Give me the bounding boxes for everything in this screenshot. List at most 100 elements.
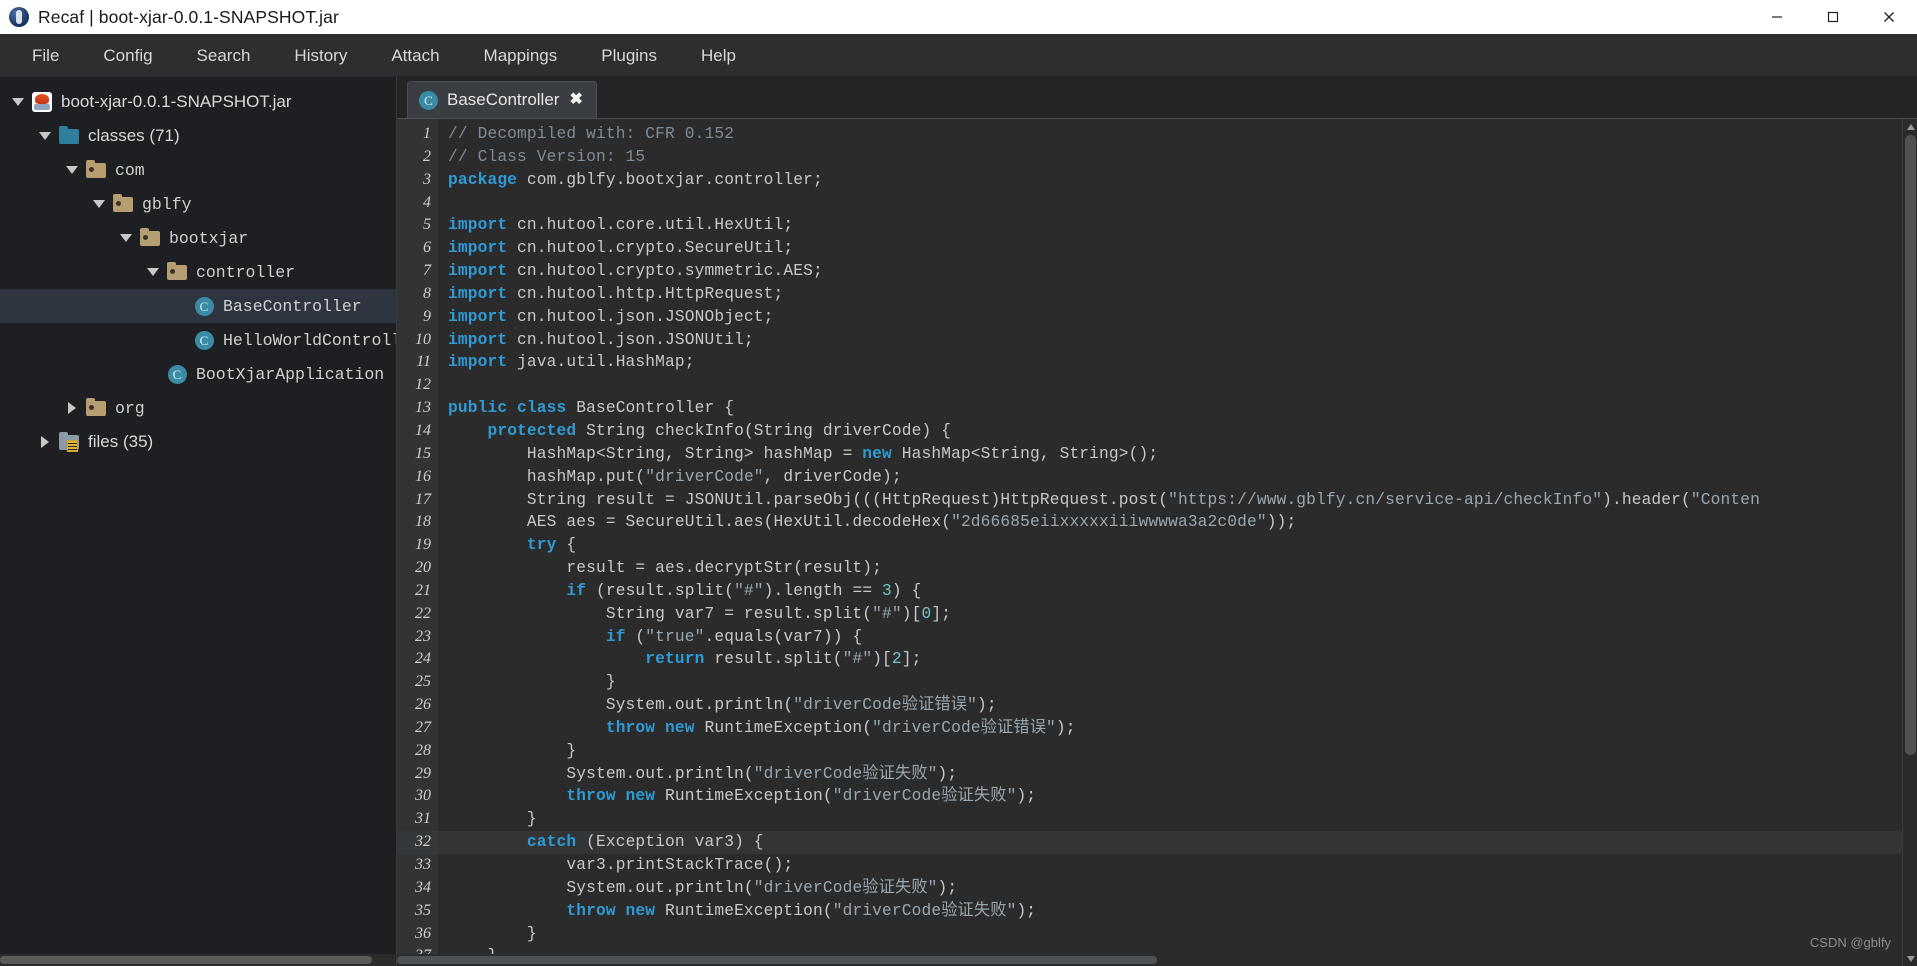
menu-item-plugins[interactable]: Plugins <box>579 34 679 77</box>
minimize-button[interactable] <box>1749 0 1805 34</box>
tree-item-basecontroller[interactable]: CBaseController <box>0 289 396 323</box>
scroll-down-button[interactable] <box>1903 951 1917 966</box>
menu-item-history[interactable]: History <box>272 34 369 77</box>
scroll-up-button[interactable] <box>1903 119 1917 134</box>
menu-item-search[interactable]: Search <box>175 34 273 77</box>
code-line[interactable]: import cn.hutool.crypto.symmetric.AES; <box>438 260 1917 283</box>
code-token-pln: ); <box>938 765 958 783</box>
code-line[interactable]: throw new RuntimeException("driverCode验证… <box>438 717 1917 740</box>
tree-item-org[interactable]: org <box>0 391 396 425</box>
code-line[interactable]: System.out.println("driverCode验证失败"); <box>438 763 1917 786</box>
code-line[interactable]: } <box>438 671 1917 694</box>
line-number: 12 <box>397 374 438 397</box>
code-line[interactable]: public class BaseController { <box>438 397 1917 420</box>
chevron-down-icon[interactable] <box>62 153 82 187</box>
workspace-tree-panel[interactable]: boot-xjar-0.0.1-SNAPSHOT.jarclasses (71)… <box>0 77 396 966</box>
line-number: 24 <box>397 648 438 671</box>
code-line[interactable]: import cn.hutool.json.JSONUtil; <box>438 329 1917 352</box>
tree-item-bootxjar[interactable]: bootxjar <box>0 221 396 255</box>
tree-item-gblfy[interactable]: gblfy <box>0 187 396 221</box>
code-token-pln <box>448 719 606 737</box>
code-line[interactable]: import cn.hutool.json.JSONObject; <box>438 306 1917 329</box>
code-token-pln: System.out.println( <box>448 696 793 714</box>
chevron-down-icon[interactable] <box>89 187 109 221</box>
code-line[interactable]: try { <box>438 534 1917 557</box>
horizontal-scroll-thumb[interactable] <box>397 956 1157 964</box>
tab-close-icon[interactable]: ✖ <box>568 92 583 108</box>
code-line[interactable]: throw new RuntimeException("driverCode验证… <box>438 785 1917 808</box>
code-line[interactable]: catch (Exception var3) { <box>438 831 1917 854</box>
code-line[interactable]: // Class Version: 15 <box>438 146 1917 169</box>
editor-tab-basecontroller[interactable]: CBaseController✖ <box>407 81 597 118</box>
close-button[interactable] <box>1861 0 1917 34</box>
chevron-down-icon[interactable] <box>8 85 28 119</box>
code-line[interactable]: package com.gblfy.bootxjar.controller; <box>438 169 1917 192</box>
code-line[interactable]: return result.split("#")[2]; <box>438 648 1917 671</box>
chevron-right-icon[interactable] <box>35 425 55 459</box>
code-line[interactable]: AES aes = SecureUtil.aes(HexUtil.decodeH… <box>438 511 1917 534</box>
line-number: 10 <box>397 329 438 352</box>
tree-item-files-35[interactable]: files (35) <box>0 425 396 459</box>
code-line[interactable]: String result = JSONUtil.parseObj(((Http… <box>438 489 1917 512</box>
code-token-pln: AES aes = SecureUtil.aes(HexUtil.decodeH… <box>448 513 951 531</box>
code-line[interactable]: System.out.println("driverCode验证失败"); <box>438 877 1917 900</box>
code-line[interactable]: HashMap<String, String> hashMap = new Ha… <box>438 443 1917 466</box>
line-number: 26 <box>397 694 438 717</box>
tree-item-boot-xjar-0-0-1-snapshot-jar[interactable]: boot-xjar-0.0.1-SNAPSHOT.jar <box>0 85 396 119</box>
code-line[interactable] <box>438 374 1917 397</box>
tree-item-bootxjarapplication[interactable]: CBootXjarApplication <box>0 357 396 391</box>
code-token-pln: result.split( <box>704 650 842 668</box>
chevron-down-icon[interactable] <box>143 255 163 289</box>
code-token-pln: String result = JSONUtil.parseObj(((Http… <box>448 491 1168 509</box>
editor-horizontal-scrollbar[interactable] <box>397 954 1902 966</box>
code-line[interactable]: import cn.hutool.http.HttpRequest; <box>438 283 1917 306</box>
tree-item-helloworldcontroller[interactable]: CHelloWorldController <box>0 323 396 357</box>
code-line[interactable]: System.out.println("driverCode验证错误"); <box>438 694 1917 717</box>
code-editor[interactable]: 1234567891011121314151617181920212223242… <box>397 118 1917 966</box>
maximize-button[interactable] <box>1805 0 1861 34</box>
tree-item-com[interactable]: com <box>0 153 396 187</box>
code-token-kw: import <box>448 262 507 280</box>
code-token-pln: } <box>448 810 537 828</box>
code-line[interactable]: } <box>438 923 1917 946</box>
menu-bar: FileConfigSearchHistoryAttachMappingsPlu… <box>0 34 1917 77</box>
code-line[interactable]: throw new RuntimeException("driverCode验证… <box>438 900 1917 923</box>
code-line[interactable]: hashMap.put("driverCode", driverCode); <box>438 466 1917 489</box>
code-line[interactable]: } <box>438 808 1917 831</box>
code-line[interactable]: if ("true".equals(var7)) { <box>438 626 1917 649</box>
chevron-down-icon[interactable] <box>116 221 136 255</box>
code-line[interactable] <box>438 192 1917 215</box>
code-token-pln <box>448 833 527 851</box>
chevron-right-icon[interactable] <box>62 391 82 425</box>
tree-item-controller[interactable]: controller <box>0 255 396 289</box>
code-token-kw: if <box>566 582 586 600</box>
code-line[interactable]: if (result.split("#").length == 3) { <box>438 580 1917 603</box>
code-line[interactable]: import cn.hutool.crypto.SecureUtil; <box>438 237 1917 260</box>
sidebar-scroll-thumb[interactable] <box>0 956 372 964</box>
menu-item-attach[interactable]: Attach <box>369 34 461 77</box>
vertical-scroll-thumb[interactable] <box>1905 135 1916 755</box>
tree-item-classes-71[interactable]: classes (71) <box>0 119 396 153</box>
chevron-down-icon[interactable] <box>35 119 55 153</box>
minimize-icon <box>1770 10 1784 24</box>
code-line[interactable]: protected String checkInfo(String driver… <box>438 420 1917 443</box>
code-line[interactable]: import java.util.HashMap; <box>438 351 1917 374</box>
sidebar-horizontal-scrollbar[interactable] <box>0 954 396 966</box>
menu-item-help[interactable]: Help <box>679 34 758 77</box>
editor-vertical-scrollbar[interactable] <box>1902 119 1917 966</box>
code-line[interactable]: result = aes.decryptStr(result); <box>438 557 1917 580</box>
menu-item-config[interactable]: Config <box>81 34 174 77</box>
code-token-pln: cn.hutool.crypto.SecureUtil; <box>507 239 793 257</box>
menu-item-file[interactable]: File <box>10 34 81 77</box>
menu-item-mappings[interactable]: Mappings <box>462 34 580 77</box>
code-line[interactable]: } <box>438 740 1917 763</box>
code-content[interactable]: // Decompiled with: CFR 0.152// Class Ve… <box>438 119 1917 966</box>
code-token-kw: import <box>448 239 507 257</box>
code-line[interactable]: String var7 = result.split("#")[0]; <box>438 603 1917 626</box>
code-token-pln: (result.split( <box>586 582 734 600</box>
code-line[interactable]: // Decompiled with: CFR 0.152 <box>438 123 1917 146</box>
code-token-kw: try <box>527 536 557 554</box>
code-line[interactable]: import cn.hutool.core.util.HexUtil; <box>438 214 1917 237</box>
code-line[interactable]: var3.printStackTrace(); <box>438 854 1917 877</box>
code-token-pln: ); <box>1056 719 1076 737</box>
